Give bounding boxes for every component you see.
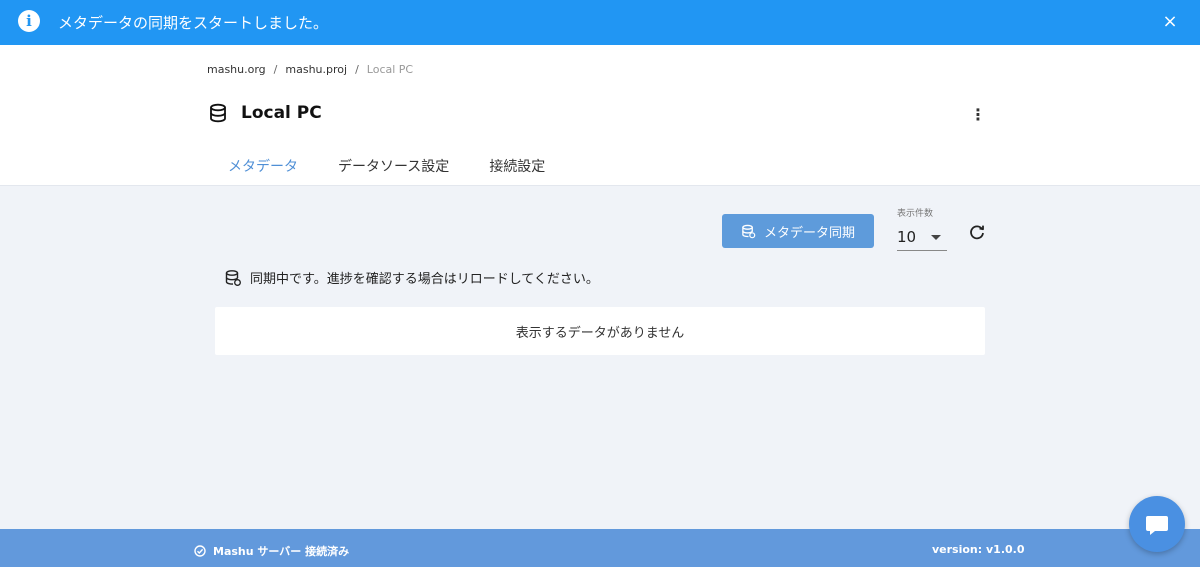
title-row: Local PC [208, 103, 322, 123]
breadcrumb: mashu.org / mashu.proj / Local PC [207, 63, 413, 76]
breadcrumb-separator: / [355, 63, 359, 76]
version-text: version: v1.0.0 [932, 543, 1025, 556]
refresh-icon[interactable] [966, 221, 988, 243]
empty-message: 表示するデータがありません [515, 325, 685, 341]
database-icon [210, 103, 226, 123]
database-sync-icon [742, 224, 756, 238]
connection-status: Mashu サーバー 接続済み [194, 543, 349, 559]
kebab-menu-icon[interactable]: ⋮ [968, 105, 988, 127]
connection-status-text: Mashu サーバー 接続済み [213, 545, 350, 558]
tab-bar: メタデータ データソース設定 接続設定 [208, 143, 565, 186]
metadata-sync-button[interactable]: メタデータ同期 [722, 214, 874, 248]
chat-icon [1146, 516, 1168, 535]
breadcrumb-project[interactable]: mashu.proj [285, 63, 347, 76]
breadcrumb-current: Local PC [366, 63, 414, 76]
syncing-message: 同期中です。進捗を確認する場合はリロードしてください。 [250, 272, 599, 287]
tab-datasource-settings[interactable]: データソース設定 [318, 143, 469, 186]
page-size-value: 10 [897, 228, 917, 246]
chat-button[interactable] [1129, 496, 1185, 552]
notification-banner: i メタデータの同期をスタートしました。 × [0, 0, 1200, 45]
tab-metadata[interactable]: メタデータ [208, 143, 318, 186]
info-icon: i [18, 10, 40, 32]
sync-button-label: メタデータ同期 [763, 225, 855, 241]
breadcrumb-org[interactable]: mashu.org [207, 63, 266, 76]
page-size-label: 表示件数 [897, 209, 934, 219]
empty-state-panel: 表示するデータがありません [215, 307, 985, 355]
breadcrumb-separator: / [273, 63, 278, 76]
database-sync-icon [225, 269, 241, 286]
status-footer: Mashu サーバー 接続済み version: v1.0.0 [0, 529, 1200, 567]
tab-connection-settings[interactable]: 接続設定 [469, 143, 565, 186]
page-title: Local PC [241, 103, 322, 123]
chevron-down-icon [931, 234, 941, 240]
banner-message: メタデータの同期をスタートしました。 [58, 14, 329, 32]
check-circle-icon [194, 545, 206, 557]
syncing-notice: 同期中です。進捗を確認する場合はリロードしてください。 [224, 268, 599, 287]
close-icon[interactable]: × [1160, 11, 1180, 33]
page-header: mashu.org / mashu.proj / Local PC Local … [0, 45, 1200, 186]
page-size-select[interactable]: 10 [897, 224, 947, 251]
